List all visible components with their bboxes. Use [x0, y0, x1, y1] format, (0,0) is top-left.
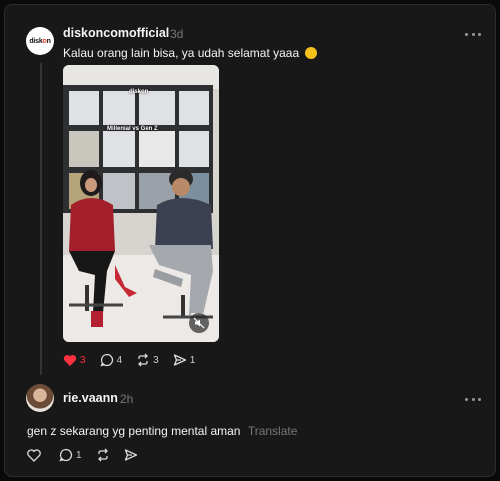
post-text: Kalau orang lain bisa, ya udah selamat y…: [63, 46, 317, 60]
post-video[interactable]: diskon Millenial vs Gen Z: [63, 65, 219, 342]
heart-icon: [27, 448, 41, 462]
post-time: 3d: [170, 27, 184, 41]
brand-avatar-rest: n: [46, 37, 51, 45]
translate-link[interactable]: Translate: [248, 424, 298, 438]
comment-icon: [59, 448, 73, 462]
reply-text: gen z sekarang yg penting mental aman: [27, 424, 241, 438]
thread-card: disk o n diskoncomofficial 3d Kalau orang …: [4, 4, 496, 477]
comment-button[interactable]: 4: [99, 353, 123, 367]
reply-comment-button[interactable]: 1: [59, 448, 82, 462]
reply-time: 2h: [120, 392, 134, 406]
share-count: 1: [189, 354, 196, 366]
comment-count: 4: [116, 354, 123, 366]
brand-avatar-text: disk: [29, 37, 43, 45]
smile-emoji-icon: [304, 47, 317, 59]
like-count: 3: [80, 354, 86, 366]
brand-avatar[interactable]: disk o n: [26, 27, 54, 55]
post-text-body: Kalau orang lain bisa, ya udah selamat y…: [63, 46, 300, 60]
post-username[interactable]: diskoncomofficial: [63, 26, 169, 40]
share-icon: [124, 449, 137, 461]
reply-repost-button[interactable]: [96, 448, 110, 462]
reply-text-row: gen z sekarang yg penting mental aman Tr…: [27, 424, 297, 438]
like-button[interactable]: 3: [63, 354, 86, 367]
reply-share-button[interactable]: [124, 448, 138, 462]
share-button[interactable]: 1: [173, 353, 196, 367]
post-actions: 3 4 3 1: [63, 353, 209, 367]
comment-icon: [99, 353, 113, 367]
reply-comment-count: 1: [76, 449, 82, 461]
repost-icon: [138, 353, 149, 367]
reply-like-button[interactable]: [27, 448, 41, 462]
share-icon: [173, 354, 186, 366]
reply-avatar[interactable]: [26, 384, 54, 412]
more-horizontal-icon[interactable]: [465, 31, 481, 37]
reply-username[interactable]: rie.vaann: [63, 391, 118, 405]
repost-count: 3: [153, 354, 159, 366]
repost-button[interactable]: 3: [136, 353, 159, 367]
repost-icon: [97, 448, 108, 462]
mute-icon[interactable]: [189, 313, 209, 333]
heart-icon: [63, 354, 77, 366]
reply-actions: 1: [27, 448, 152, 462]
thread-line: [40, 63, 42, 375]
more-horizontal-icon[interactable]: [465, 396, 481, 402]
video-people: [69, 169, 213, 327]
